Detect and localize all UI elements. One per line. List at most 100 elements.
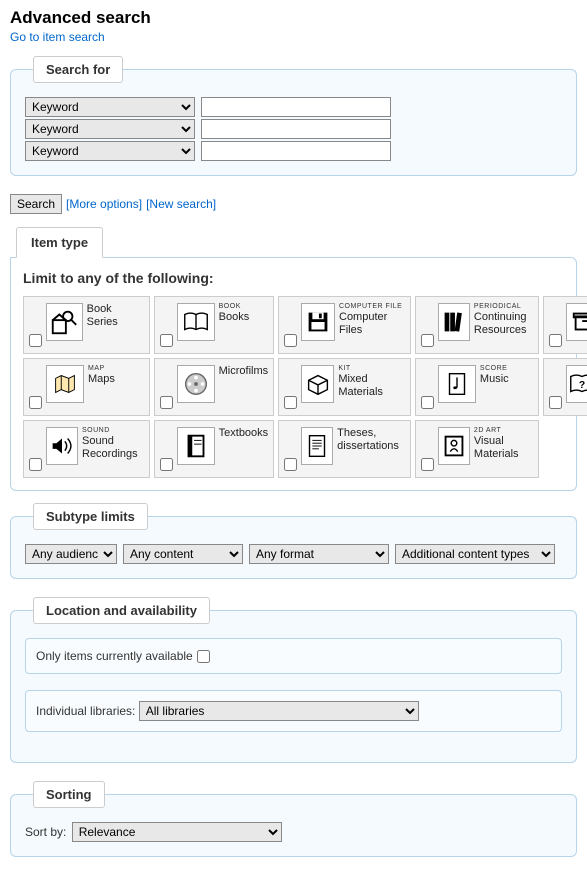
item-type-tabs: Item type Limit to any of the following:… [10,226,577,491]
item-type-label: Theses, dissertations [337,427,405,453]
svg-text:?: ? [578,380,584,391]
go-to-item-search-link[interactable]: Go to item search [10,30,105,44]
item-type-continuing-resources[interactable]: PERIODICALContinuing Resources [415,296,539,354]
item-type-theses-dissertations[interactable]: Theses, dissertations [278,420,411,478]
periodical-icon [438,303,470,341]
search-input-1[interactable] [201,97,391,117]
sorting-legend: Sorting [33,781,105,808]
item-type-book-series[interactable]: Book Series [23,296,150,354]
location-legend: Location and availability [33,597,210,624]
question-book-icon: ? [566,365,587,403]
search-row-2: Keyword [25,119,562,139]
search-for-fieldset: Search for Keyword Keyword Keyword [10,56,577,176]
subtype-limits-fieldset: Subtype limits Any audience Any content … [10,503,577,579]
item-type-checkbox[interactable] [284,396,297,409]
book-open-icon [177,303,215,341]
kit-box-icon [301,365,334,403]
score-icon [438,365,476,403]
archive-box-icon [566,303,587,341]
libraries-select[interactable]: All libraries [139,701,419,721]
only-available-checkbox[interactable] [197,650,210,663]
search-button[interactable]: Search [10,194,62,214]
film-reel-icon [177,365,215,403]
item-type-label: Mixed Materials [338,373,405,399]
item-type-label: Visual Materials [474,435,533,461]
only-available-text: Only items currently available [36,649,193,663]
visual-art-icon [438,427,470,465]
search-field-select-3[interactable]: Keyword [25,141,195,161]
item-type-label: Books [219,311,250,324]
item-type-checkbox[interactable] [160,334,173,347]
search-row-3: Keyword [25,141,562,161]
item-type-label: Music [480,373,509,386]
page-title: Advanced search [10,8,577,28]
sorting-fieldset: Sorting Sort by: Relevance [10,781,577,857]
availability-row: Only items currently available [25,638,562,674]
libraries-row: Individual libraries: All libraries [25,690,562,732]
search-input-2[interactable] [201,119,391,139]
sort-by-select[interactable]: Relevance [72,822,282,842]
audience-select[interactable]: Any audience [25,544,117,564]
subtype-legend: Subtype limits [33,503,148,530]
item-type-checkbox[interactable] [29,334,42,347]
item-type-checkbox[interactable] [421,458,434,471]
item-type-checkbox[interactable] [549,396,562,409]
location-fieldset: Location and availability Only items cur… [10,597,577,763]
only-available-label[interactable]: Only items currently available [36,649,210,663]
search-field-select-1[interactable]: Keyword [25,97,195,117]
search-row-1: Keyword [25,97,562,117]
map-icon [46,365,84,403]
item-type-checkbox[interactable] [549,334,562,347]
search-input-3[interactable] [201,141,391,161]
item-type-checkbox[interactable] [160,458,173,471]
item-type-manuscripts[interactable]: ARCHIVEManuscripts [543,296,587,354]
item-type-caption: KIT [338,365,405,372]
additional-content-select[interactable]: Additional content types [395,544,555,564]
item-type-caption: COMPUTER FILE [339,303,405,310]
item-type-checkbox[interactable] [284,334,297,347]
thesis-icon [301,427,333,465]
item-type-label: Microfilms [219,365,269,378]
item-type-sound-recordings[interactable]: SOUNDSound Recordings [23,420,150,478]
action-bar: Search [More options] [New search] [10,194,577,214]
item-type-maps[interactable]: MAPMaps [23,358,150,416]
item-type-checkbox[interactable] [421,396,434,409]
format-select[interactable]: Any format [249,544,389,564]
new-search-link[interactable]: [New search] [146,197,216,211]
sort-by-label: Sort by: [25,825,66,839]
item-type-label: Textbooks [219,427,269,440]
item-type-label: Sound Recordings [82,435,144,461]
item-type-checkbox[interactable] [284,458,297,471]
more-options-link[interactable]: [More options] [66,197,142,211]
item-type-visual-materials[interactable]: 2D ARTVisual Materials [415,420,539,478]
item-type-label: Computer Files [339,311,405,337]
item-type-textbooks[interactable]: Textbooks [154,420,275,478]
book-search-icon [46,303,83,341]
limit-title: Limit to any of the following: [23,270,564,286]
textbook-icon [177,427,215,465]
item-type-mixed-materials[interactable]: KITMixed Materials [278,358,411,416]
item-type-caption: 2D ART [474,427,533,434]
sound-icon [46,427,78,465]
item-type-music[interactable]: SCOREMusic [415,358,539,416]
item-type-microfilms[interactable]: Microfilms [154,358,275,416]
search-for-legend: Search for [33,56,123,83]
item-type-checkbox[interactable] [29,396,42,409]
item-type-books[interactable]: BOOKBooks [154,296,275,354]
item-type-checkbox[interactable] [421,334,434,347]
item-type-panel: Limit to any of the following: Book Seri… [10,257,577,491]
item-type-checkbox[interactable] [160,396,173,409]
tab-item-type[interactable]: Item type [16,227,103,258]
floppy-icon [301,303,335,341]
item-type-caption: SCORE [480,365,509,372]
sort-row: Sort by: Relevance [25,822,562,842]
item-type-label: Book Series [87,303,144,329]
item-type-reference-books[interactable]: ?REFERENCEReference Books [543,358,587,416]
item-type-caption: PERIODICAL [474,303,533,310]
item-type-checkbox[interactable] [29,458,42,471]
item-type-computer-files[interactable]: COMPUTER FILEComputer Files [278,296,411,354]
item-type-caption: MAP [88,365,115,372]
search-field-select-2[interactable]: Keyword [25,119,195,139]
item-type-caption: BOOK [219,303,250,310]
content-select[interactable]: Any content [123,544,243,564]
